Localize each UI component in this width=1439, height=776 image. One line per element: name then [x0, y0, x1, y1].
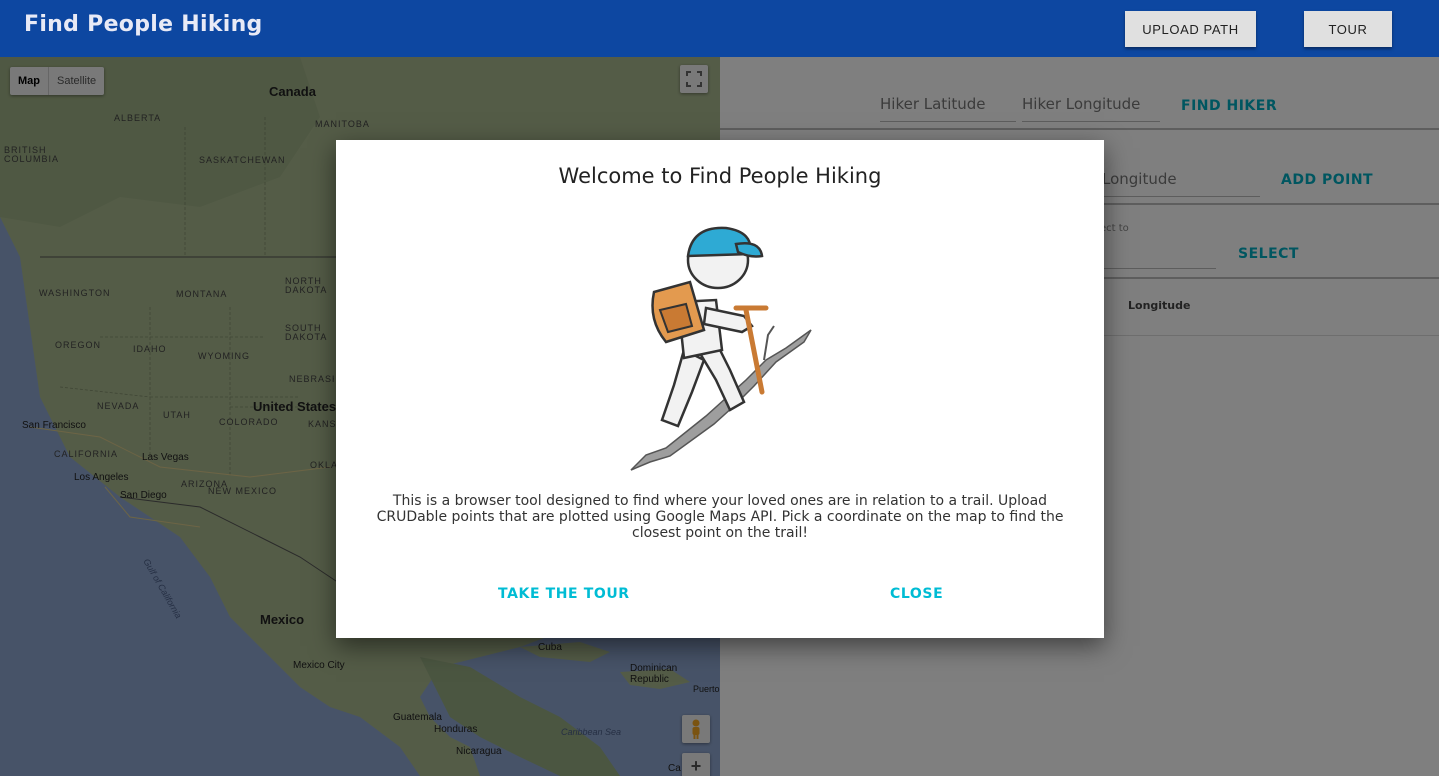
hiker-illustration: [630, 226, 812, 471]
upload-path-button[interactable]: UPLOAD PATH: [1125, 11, 1256, 47]
app-title: Find People Hiking: [24, 12, 263, 37]
take-the-tour-button[interactable]: TAKE THE TOUR: [498, 586, 630, 602]
modal-title: Welcome to Find People Hiking: [558, 164, 882, 188]
welcome-modal: Welcome to Find People Hiking This is a …: [336, 140, 1104, 638]
app-header: Find People Hiking UPLOAD PATH TOUR: [0, 0, 1439, 57]
tour-button[interactable]: TOUR: [1304, 11, 1392, 47]
modal-description: This is a browser tool designed to find …: [376, 493, 1064, 541]
close-button[interactable]: CLOSE: [890, 586, 943, 602]
